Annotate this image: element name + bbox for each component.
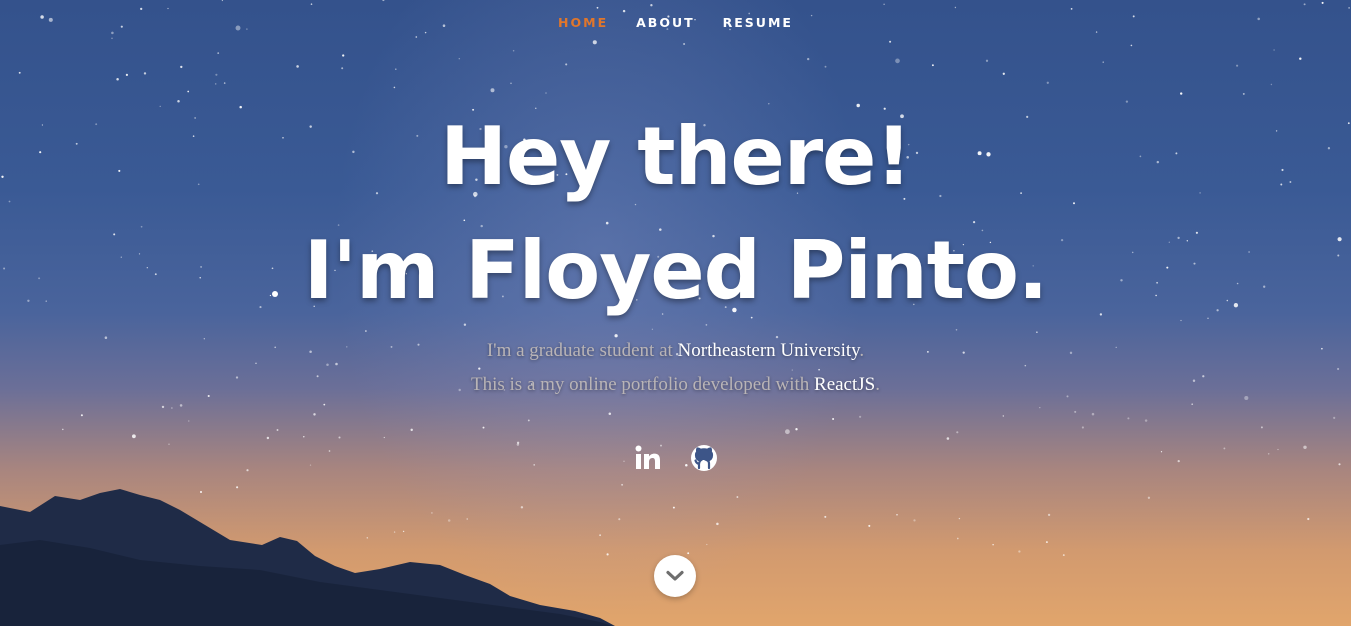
- nav-home-link[interactable]: HOME: [558, 15, 608, 30]
- subtitle-2-period: .: [875, 374, 880, 395]
- github-icon[interactable]: [689, 441, 719, 475]
- hero-banner: HOME ABOUT RESUME Hey there! I'm Floyed …: [0, 0, 1351, 626]
- scroll-down-button[interactable]: [654, 555, 696, 597]
- subtitle-line-1: I'm a graduate student at Northeastern U…: [0, 334, 1351, 368]
- headline-line-2: I'm Floyed Pinto.: [303, 224, 1049, 317]
- university-name: Northeastern University: [677, 340, 860, 361]
- subtitle-line-2: This is a my online portfolio developed …: [0, 368, 1351, 402]
- chevron-down-icon: [666, 570, 684, 581]
- top-nav: HOME ABOUT RESUME: [0, 15, 1351, 30]
- social-links: [0, 441, 1351, 475]
- subtitle-2-text: This is a my online portfolio developed …: [471, 374, 815, 395]
- nav-about-link[interactable]: ABOUT: [636, 15, 695, 30]
- linkedin-icon[interactable]: [633, 441, 663, 475]
- subtitle-1-text: I'm a graduate student at: [486, 340, 678, 361]
- framework-name: ReactJS: [814, 374, 876, 395]
- hero-subtitle: I'm a graduate student at Northeastern U…: [0, 334, 1351, 402]
- subtitle-1-period: .: [859, 340, 865, 361]
- hero-headline: Hey there! I'm Floyed Pinto.: [0, 100, 1351, 328]
- headline-line-1: Hey there!: [440, 110, 912, 203]
- nav-resume-link[interactable]: RESUME: [723, 15, 793, 30]
